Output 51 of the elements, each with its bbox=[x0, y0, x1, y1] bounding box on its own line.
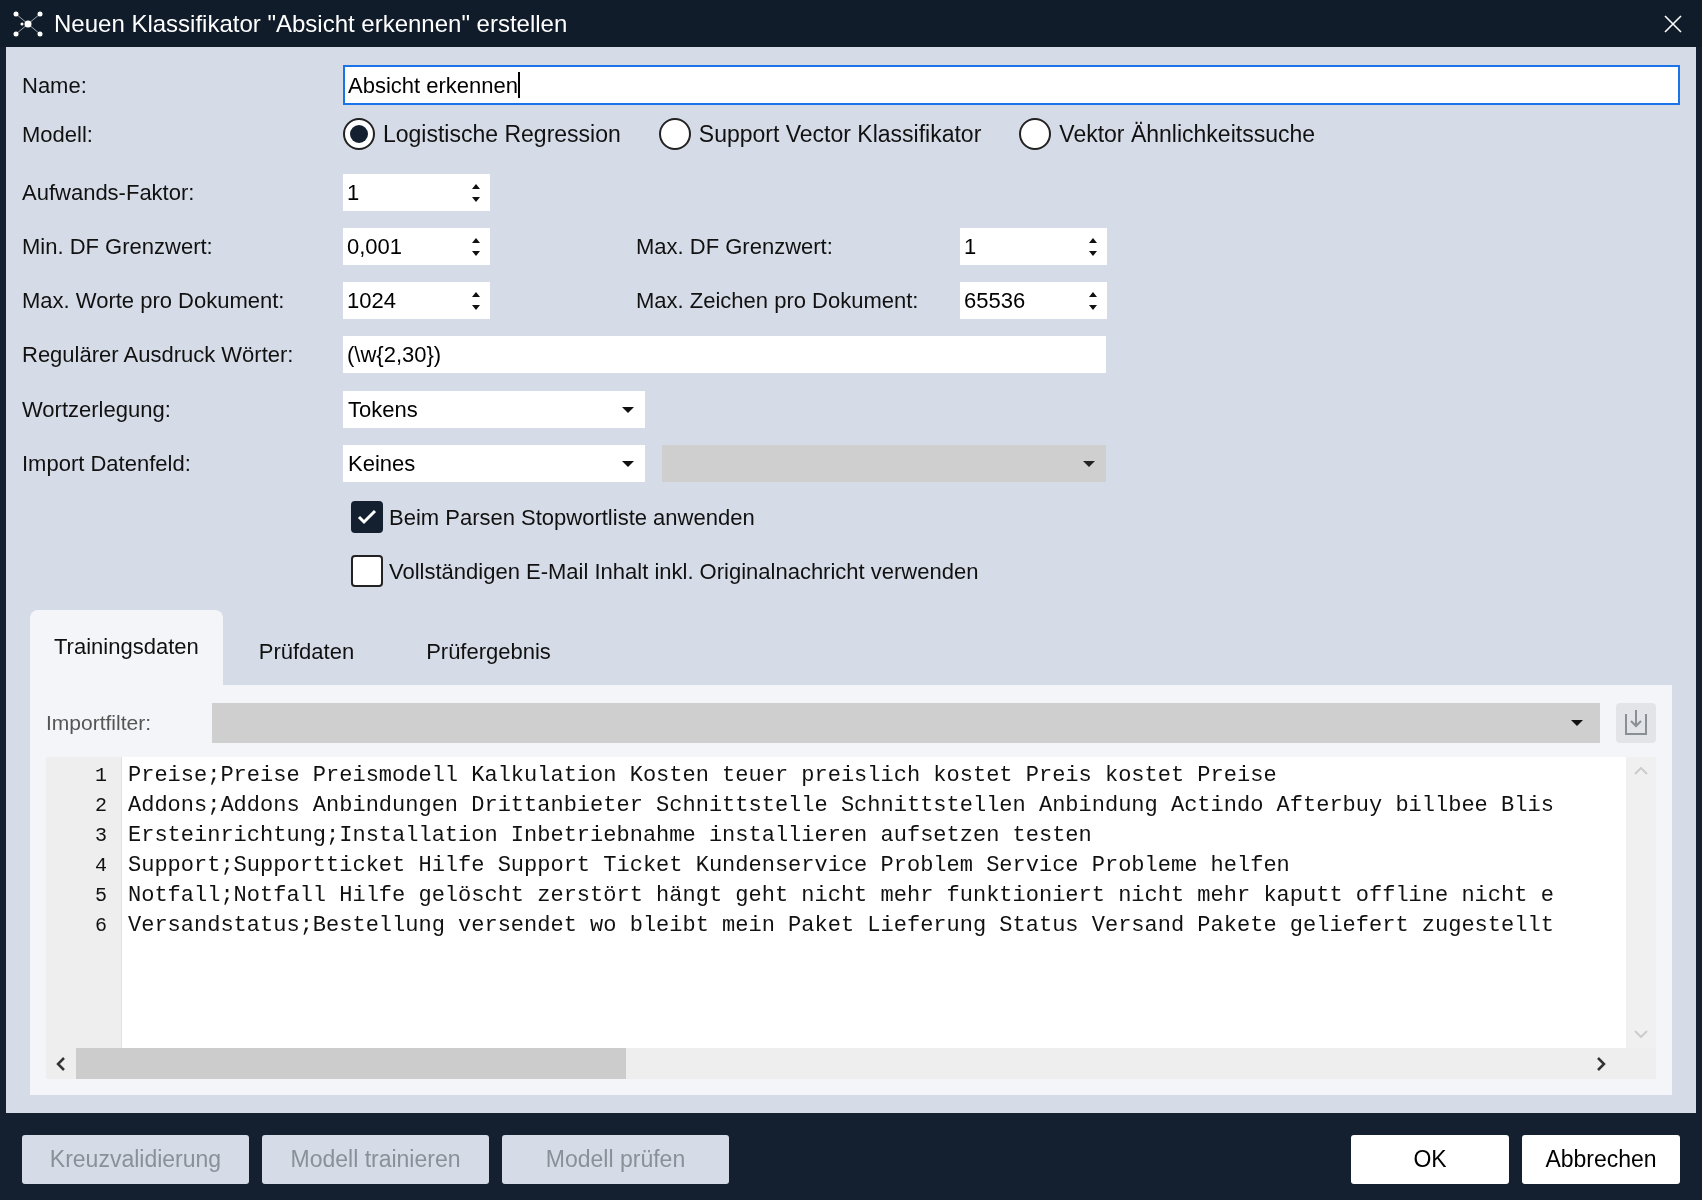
checkbox-option[interactable]: Vollständigen E-Mail Inhalt inkl. Originalnachricht verwenden bbox=[351, 554, 1680, 588]
dropdown-caret-icon bbox=[1570, 719, 1584, 727]
field-label: Wortzerlegung: bbox=[22, 396, 172, 424]
name-field[interactable]: Absicht erkennen bbox=[343, 65, 1680, 105]
code-line: Notfall;Notfall Hilfe gelöscht zerstört hängt geht nicht mehr funktioniert nicht mehr kaputt offline nicht e bbox=[128, 882, 1554, 910]
tab[interactable]: Trainingsdaten bbox=[30, 610, 223, 685]
code-line: Support;Supportticket Hilfe Support Ticket Kundenservice Problem Service Probleme helfen bbox=[128, 852, 1290, 880]
import-field-dropdown[interactable]: Keines bbox=[343, 445, 645, 482]
line-number: 3 bbox=[95, 823, 107, 849]
field-label: Name: bbox=[22, 71, 88, 100]
code-line: Ersteinrichtung;Installation Inbetriebnahme installieren aufsetzen testen bbox=[128, 822, 1092, 850]
checkbox-option[interactable]: Beim Parsen Stopwortliste anwenden bbox=[351, 500, 1680, 534]
field-label: Modell: bbox=[22, 120, 94, 149]
field-label: Regulärer Ausdruck Wörter: bbox=[22, 341, 295, 369]
window-title: Neuen Klassifikator "Absicht erkennen" erstellen bbox=[54, 8, 569, 39]
network-nodes-icon bbox=[12, 9, 44, 38]
dialog-button[interactable]: Abbrechen bbox=[1522, 1134, 1680, 1184]
line-number: 1 bbox=[95, 763, 107, 789]
dropdown-caret-icon bbox=[1082, 459, 1096, 468]
dialog-button[interactable]: OK bbox=[1351, 1134, 1509, 1184]
tab[interactable]: Prüfergebnis bbox=[390, 610, 587, 685]
radio-option[interactable]: Support Vector Klassifikator bbox=[658, 116, 982, 152]
tab[interactable]: Prüfdaten bbox=[222, 610, 391, 685]
effort-spinner[interactable]: 1 bbox=[347, 176, 360, 209]
code-line: Addons;Addons Anbindungen Drittanbieter Schnittstelle Schnittstellen Anbindung Actindo Afterbuy billbee Blis bbox=[128, 792, 1554, 820]
field-label: Max. DF Grenzwert: bbox=[636, 233, 834, 261]
dropdown-caret-icon bbox=[621, 405, 635, 414]
field-label: Importfilter: bbox=[46, 710, 153, 737]
check-icon bbox=[357, 509, 377, 525]
max-df-spinner[interactable]: 1 bbox=[964, 230, 977, 263]
close-icon[interactable] bbox=[1664, 14, 1682, 33]
field-label: Aufwands-Faktor: bbox=[22, 179, 196, 207]
dropdown-caret-icon bbox=[621, 459, 635, 468]
scroll-left-icon[interactable] bbox=[56, 1056, 66, 1071]
field-label: Max. Zeichen pro Dokument: bbox=[636, 287, 920, 315]
line-number: 5 bbox=[95, 883, 107, 909]
regex-field[interactable]: (\w{2,30}) bbox=[343, 336, 1106, 373]
radio-option[interactable]: Logistische Regression bbox=[343, 116, 621, 152]
line-number: 6 bbox=[95, 913, 107, 939]
line-number: 4 bbox=[95, 853, 107, 879]
field-label: Min. DF Grenzwert: bbox=[22, 233, 214, 261]
code-line: Versandstatus;Bestellung versendet wo bleibt mein Paket Lieferung Status Versand Pakete geliefert zugestellt bbox=[128, 912, 1554, 940]
tokenizer-dropdown[interactable]: Tokens bbox=[343, 391, 645, 428]
field-label: Max. Worte pro Dokument: bbox=[22, 287, 286, 315]
field-label: Import Datenfeld: bbox=[22, 450, 192, 478]
horizontal-scrollbar[interactable] bbox=[46, 1048, 1656, 1079]
line-number: 2 bbox=[95, 793, 107, 819]
import-button[interactable] bbox=[1616, 703, 1656, 743]
scroll-right-icon[interactable] bbox=[1596, 1056, 1606, 1071]
code-line: Preise;Preise Preismodell Kalkulation Kosten teuer preislich kostet Preis kostet Preise bbox=[128, 762, 1277, 790]
radio-option[interactable]: Vektor Ähnlichkeitssuche bbox=[1019, 116, 1316, 152]
